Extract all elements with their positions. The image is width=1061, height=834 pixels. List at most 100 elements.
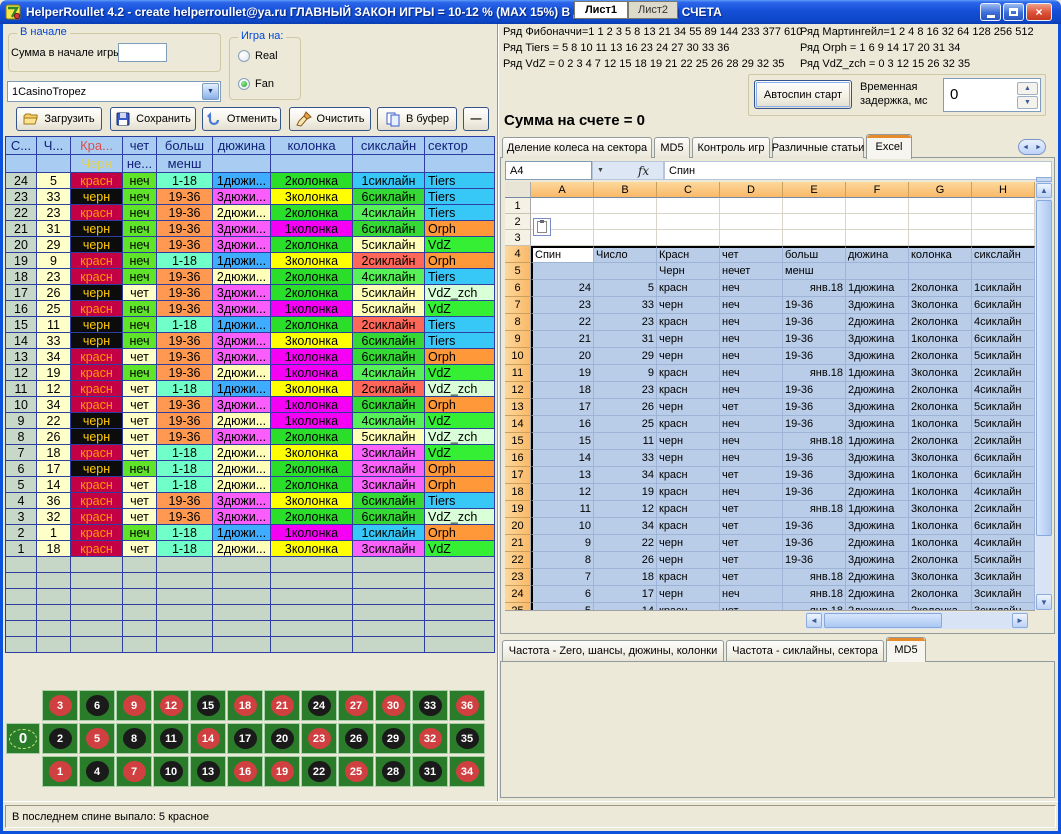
- excel-cell[interactable]: [909, 214, 972, 230]
- roulette-cell[interactable]: 32: [412, 723, 448, 754]
- excel-cell[interactable]: черн: [657, 433, 720, 450]
- excel-cell[interactable]: неч: [720, 433, 783, 450]
- excel-cell[interactable]: 2колонка: [909, 280, 972, 297]
- excel-cell[interactable]: Число: [594, 246, 657, 263]
- excel-cell[interactable]: чет: [720, 535, 783, 552]
- excel-cell[interactable]: Спин: [531, 246, 594, 263]
- roulette-cell[interactable]: 10: [153, 756, 189, 787]
- excel-row-header[interactable]: 7: [505, 297, 531, 314]
- excel-cell[interactable]: красн: [657, 484, 720, 501]
- excel-cell[interactable]: чет: [720, 603, 783, 610]
- excel-row-header[interactable]: 23: [505, 569, 531, 586]
- tab-freq-zero[interactable]: Частота - Zero, шансы, дюжины, колонки: [502, 640, 724, 661]
- excel-cell[interactable]: [846, 198, 909, 214]
- excel-cell[interactable]: 24: [531, 280, 594, 297]
- excel-cell[interactable]: 2дюжина: [846, 569, 909, 586]
- excel-cell[interactable]: 2колонка: [909, 314, 972, 331]
- excel-cell[interactable]: красн: [657, 518, 720, 535]
- excel-cell[interactable]: больш: [783, 246, 846, 263]
- excel-cell[interactable]: красн: [657, 365, 720, 382]
- excel-cell[interactable]: 23: [594, 314, 657, 331]
- roulette-cell[interactable]: 34: [449, 756, 485, 787]
- excel-cell[interactable]: неч: [720, 348, 783, 365]
- excel-cell[interactable]: 5сиклайн: [972, 348, 1035, 365]
- excel-row-header[interactable]: 6: [505, 280, 531, 297]
- excel-cell[interactable]: 2сиклайн: [972, 433, 1035, 450]
- excel-cell[interactable]: чет: [720, 552, 783, 569]
- excel-cell[interactable]: 2дюжина: [846, 484, 909, 501]
- excel-cell[interactable]: 11: [594, 433, 657, 450]
- excel-cell[interactable]: менш: [783, 263, 846, 280]
- excel-cell[interactable]: 17: [594, 586, 657, 603]
- excel-cell[interactable]: черн: [657, 535, 720, 552]
- excel-cell[interactable]: дюжина: [846, 246, 909, 263]
- excel-cell[interactable]: 19-36: [783, 297, 846, 314]
- excel-cell[interactable]: янв.18: [783, 586, 846, 603]
- delay-spinner[interactable]: 0 ▲ ▼: [943, 78, 1041, 112]
- undo-button[interactable]: Отменить: [202, 107, 281, 131]
- roulette-cell[interactable]: 21: [264, 690, 300, 721]
- excel-cell[interactable]: 2дюжина: [846, 586, 909, 603]
- excel-cell[interactable]: 13: [531, 467, 594, 484]
- excel-cell[interactable]: 3дюжина: [846, 450, 909, 467]
- excel-cell[interactable]: красн: [657, 467, 720, 484]
- roulette-cell[interactable]: 6: [79, 690, 115, 721]
- excel-cell[interactable]: нечет: [720, 263, 783, 280]
- excel-cell[interactable]: 10: [531, 518, 594, 535]
- excel-cell[interactable]: 3дюжина: [846, 518, 909, 535]
- save-button[interactable]: Сохранить: [110, 107, 196, 131]
- scroll-up-icon[interactable]: ▲: [1036, 183, 1052, 198]
- radio-fan[interactable]: [238, 78, 250, 90]
- name-box-dropdown-icon[interactable]: ▼: [597, 167, 604, 174]
- sheet-tab-list2[interactable]: Лист2: [628, 1, 678, 19]
- excel-cell[interactable]: чет: [720, 518, 783, 535]
- excel-cell[interactable]: 3колонка: [909, 450, 972, 467]
- excel-cell[interactable]: [783, 214, 846, 230]
- excel-row-header[interactable]: 25: [505, 603, 531, 610]
- tab-articles[interactable]: Различные статьи: [772, 137, 864, 158]
- roulette-cell[interactable]: 14: [190, 723, 226, 754]
- roulette-cell[interactable]: 35: [449, 723, 485, 754]
- excel-cell[interactable]: [972, 198, 1035, 214]
- excel-cell[interactable]: 3дюжина: [846, 467, 909, 484]
- excel-cell[interactable]: 2дюжина: [846, 535, 909, 552]
- excel-cell[interactable]: 3дюжина: [846, 552, 909, 569]
- close-button[interactable]: ×: [1026, 3, 1052, 21]
- excel-cell[interactable]: 3дюжина: [846, 399, 909, 416]
- excel-cell[interactable]: 1сиклайн: [972, 280, 1035, 297]
- excel-cell[interactable]: неч: [720, 280, 783, 297]
- excel-cell[interactable]: 4сиклайн: [972, 314, 1035, 331]
- roulette-cell[interactable]: 3: [42, 690, 78, 721]
- roulette-cell[interactable]: 9: [116, 690, 152, 721]
- excel-cell[interactable]: 4сиклайн: [972, 382, 1035, 399]
- excel-cell[interactable]: 14: [594, 603, 657, 610]
- excel-cell[interactable]: 1колонка: [909, 484, 972, 501]
- excel-cell[interactable]: черн: [657, 450, 720, 467]
- roulette-cell[interactable]: 26: [338, 723, 374, 754]
- excel-cell[interactable]: янв.18: [783, 433, 846, 450]
- excel-cell[interactable]: 3дюжина: [846, 416, 909, 433]
- excel-cell[interactable]: чет: [720, 399, 783, 416]
- excel-cell[interactable]: [594, 214, 657, 230]
- excel-cell[interactable]: 6сиклайн: [972, 518, 1035, 535]
- excel-cell[interactable]: неч: [720, 484, 783, 501]
- excel-cell[interactable]: 2колонка: [909, 382, 972, 399]
- excel-cell[interactable]: [972, 263, 1035, 280]
- excel-cell[interactable]: 3дюжина: [846, 297, 909, 314]
- excel-cell[interactable]: 3сиклайн: [972, 603, 1035, 610]
- roulette-cell[interactable]: 19: [264, 756, 300, 787]
- roulette-cell[interactable]: 4: [79, 756, 115, 787]
- chevron-down-icon[interactable]: ▼: [202, 83, 219, 100]
- roulette-cell[interactable]: 36: [449, 690, 485, 721]
- excel-cell[interactable]: 19-36: [783, 382, 846, 399]
- excel-cell[interactable]: красн: [657, 280, 720, 297]
- roulette-cell[interactable]: 22: [301, 756, 337, 787]
- excel-cell[interactable]: [657, 230, 720, 246]
- excel-row-header[interactable]: 5: [505, 263, 531, 280]
- excel-cell[interactable]: чет: [720, 501, 783, 518]
- excel-row-header[interactable]: 19: [505, 501, 531, 518]
- excel-cell[interactable]: неч: [720, 586, 783, 603]
- roulette-cell[interactable]: 1: [42, 756, 78, 787]
- roulette-zero-cell[interactable]: 0: [6, 723, 40, 754]
- excel-cell[interactable]: 2колонка: [909, 552, 972, 569]
